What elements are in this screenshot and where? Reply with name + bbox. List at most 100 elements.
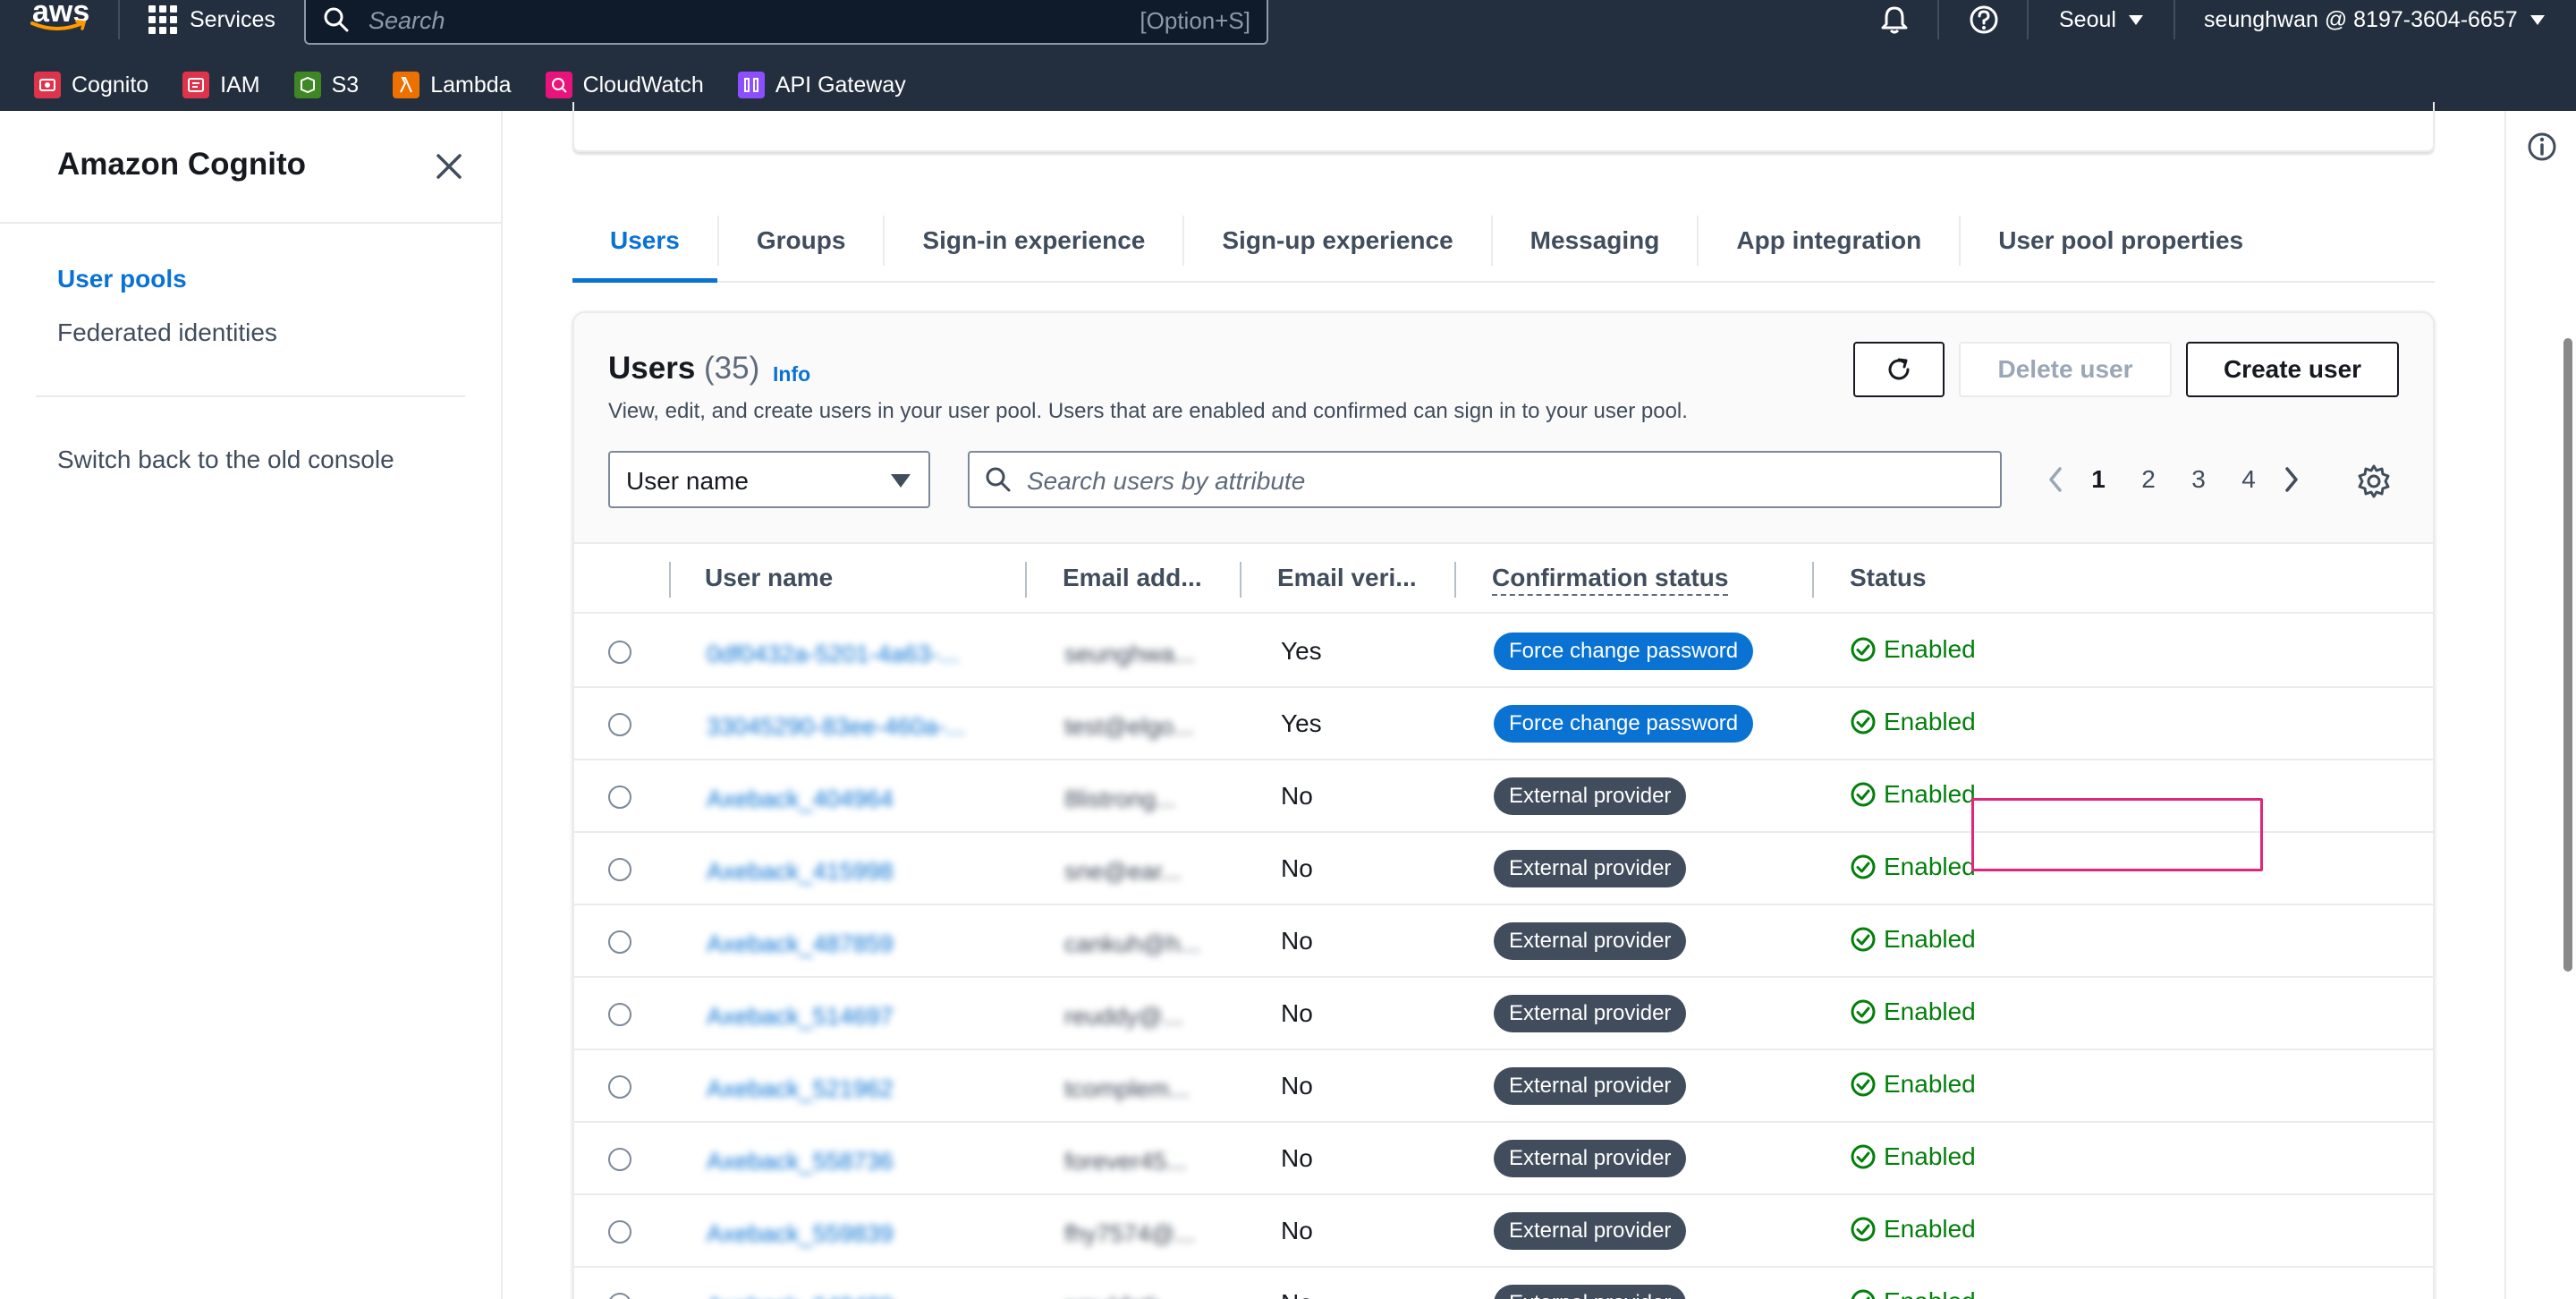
confirmation-status-badge: External provider xyxy=(1494,995,1687,1032)
sidenav-item-user-pools[interactable]: User pools xyxy=(57,265,187,293)
pagination: 1 2 3 4 xyxy=(2038,454,2309,505)
row-select-radio[interactable] xyxy=(608,785,631,809)
table-row[interactable]: 33045290-83ee-460a-... test@elgo... Yes For… xyxy=(574,688,2433,760)
column-header-status[interactable]: Status xyxy=(1850,564,1927,592)
s3-icon xyxy=(293,72,321,98)
status-indicator: Enabled xyxy=(1850,1287,1976,1299)
create-user-button[interactable]: Create user xyxy=(2186,342,2399,397)
user-name-link[interactable]: 0df0432a-5201-4a63-... xyxy=(707,641,989,668)
email-verified: No xyxy=(1281,1144,1313,1172)
property-filter-select[interactable]: User name xyxy=(608,451,930,508)
email-verified: No xyxy=(1281,927,1313,955)
favorite-cloudwatch[interactable]: CloudWatch xyxy=(545,72,704,98)
user-name-link[interactable]: Axeback_415998 xyxy=(707,858,989,886)
info-icon[interactable] xyxy=(2524,129,2560,165)
info-link[interactable]: Info xyxy=(773,362,810,386)
page-4-button[interactable]: 4 xyxy=(2224,465,2274,494)
row-select-radio[interactable] xyxy=(608,713,631,736)
check-circle-icon xyxy=(1851,1144,1876,1169)
favorite-cognito[interactable]: Cognito xyxy=(34,72,148,98)
favorite-iam[interactable]: IAM xyxy=(182,72,260,98)
select-value: User name xyxy=(626,467,749,495)
table-row[interactable]: Axeback_558736 forever45... No External pro… xyxy=(574,1123,2433,1195)
global-search-input[interactable]: Search [Option+S] xyxy=(304,0,1268,45)
user-name-link[interactable]: Axeback_648480 xyxy=(707,1293,989,1299)
search-icon xyxy=(324,7,349,32)
row-select-radio[interactable] xyxy=(608,1148,631,1171)
column-divider[interactable] xyxy=(1454,562,1456,598)
status-indicator: Enabled xyxy=(1850,998,1976,1026)
gear-icon[interactable] xyxy=(2356,463,2392,499)
refresh-button[interactable] xyxy=(1853,342,1945,397)
column-header-confirmation-status[interactable]: Confirmation status xyxy=(1492,564,1729,596)
column-header-email-verified[interactable]: Email veri... xyxy=(1277,564,1417,592)
region-label: Seoul xyxy=(2059,6,2116,32)
check-circle-icon xyxy=(1851,782,1876,807)
next-page-button[interactable] xyxy=(2274,454,2309,505)
page-1-button[interactable]: 1 xyxy=(2073,465,2123,494)
chevron-left-icon xyxy=(2049,467,2062,492)
table-row[interactable]: Axeback_559839 fhy7574@... No External prov… xyxy=(574,1195,2433,1268)
favorite-api-gateway[interactable]: API Gateway xyxy=(737,72,906,98)
user-name-link[interactable]: Axeback_559839 xyxy=(707,1220,989,1248)
page-2-button[interactable]: 2 xyxy=(2123,465,2174,494)
table-row[interactable]: Axeback_514697 reuddy@... No External provi… xyxy=(574,978,2433,1050)
row-select-radio[interactable] xyxy=(608,1075,631,1099)
row-select-radio[interactable] xyxy=(608,930,631,954)
aws-logo[interactable]: aws xyxy=(30,0,93,39)
help-button[interactable] xyxy=(1968,0,2000,39)
table-row[interactable]: Axeback_521962 tcomplem... No External prov… xyxy=(574,1050,2433,1123)
row-select-radio[interactable] xyxy=(608,1293,631,1299)
row-select-radio[interactable] xyxy=(608,1003,631,1026)
email-address: sne@ear... xyxy=(1064,858,1182,885)
status-indicator: Enabled xyxy=(1850,635,1976,664)
table-row[interactable]: Axeback_487859 cankuh@h... No External prov… xyxy=(574,905,2433,978)
table-row[interactable]: 0df0432a-5201-4a63-... seunghwa... Yes Forc… xyxy=(574,616,2433,688)
tab-app-integration[interactable]: App integration xyxy=(1699,200,1959,281)
favorite-lambda[interactable]: Lambda xyxy=(393,72,512,98)
user-name-link[interactable]: Axeback_514697 xyxy=(707,1003,989,1031)
row-select-radio[interactable] xyxy=(608,1220,631,1244)
column-header-email-address[interactable]: Email add... xyxy=(1063,564,1202,592)
search-icon xyxy=(986,467,1011,492)
notifications-button[interactable] xyxy=(1878,0,1911,39)
switch-old-console-link[interactable]: Switch back to the old console xyxy=(57,446,394,474)
status-indicator: Enabled xyxy=(1850,925,1976,954)
tab-user-pool-properties[interactable]: User pool properties xyxy=(1961,200,2281,281)
tab-groups[interactable]: Groups xyxy=(719,200,884,281)
favorite-s3[interactable]: S3 xyxy=(293,72,359,98)
sidenav-item-federated-identities[interactable]: Federated identities xyxy=(57,318,277,347)
column-divider[interactable] xyxy=(1812,562,1814,598)
region-selector[interactable]: Seoul xyxy=(2059,0,2143,39)
status-label: Enabled xyxy=(1884,853,1976,880)
user-name-link[interactable]: 33045290-83ee-460a-... xyxy=(707,713,989,741)
column-divider[interactable] xyxy=(1025,562,1027,598)
user-name-link[interactable]: Axeback_487859 xyxy=(707,930,989,958)
tab-messaging[interactable]: Messaging xyxy=(1493,200,1698,281)
column-divider[interactable] xyxy=(1240,562,1241,598)
status-label: Enabled xyxy=(1884,780,1976,808)
tab-sign-in-experience[interactable]: Sign-in experience xyxy=(885,200,1182,281)
page-scrollbar-thumb[interactable] xyxy=(2563,338,2572,972)
divider xyxy=(36,395,465,397)
row-select-radio[interactable] xyxy=(608,641,631,664)
tab-users[interactable]: Users xyxy=(572,200,717,283)
table-row[interactable]: Axeback_648480 smukfotk... No External prov… xyxy=(574,1268,2433,1299)
nav-divider xyxy=(1937,0,1939,39)
user-pool-overview-container xyxy=(572,102,2435,152)
delete-user-button[interactable]: Delete user xyxy=(1959,342,2172,397)
page-3-button[interactable]: 3 xyxy=(2174,465,2224,494)
services-menu-button[interactable]: Services xyxy=(148,0,275,39)
user-name-link[interactable]: Axeback_558736 xyxy=(707,1148,989,1176)
user-name-link[interactable]: Axeback_404964 xyxy=(707,785,989,813)
row-select-radio[interactable] xyxy=(608,858,631,881)
tab-sign-up-experience[interactable]: Sign-up experience xyxy=(1184,200,1490,281)
account-menu[interactable]: seunghwan @ 8197-3604-6657 xyxy=(2204,0,2545,39)
column-header-user-name[interactable]: User name xyxy=(705,564,833,592)
user-name-link[interactable]: Axeback_521962 xyxy=(707,1075,989,1103)
previous-page-button[interactable] xyxy=(2038,454,2073,505)
status-label: Enabled xyxy=(1884,1142,1976,1170)
search-users-input[interactable]: Search users by attribute xyxy=(968,451,2002,508)
confirmation-status-badge: External provider xyxy=(1494,777,1687,815)
close-icon[interactable] xyxy=(433,150,465,183)
